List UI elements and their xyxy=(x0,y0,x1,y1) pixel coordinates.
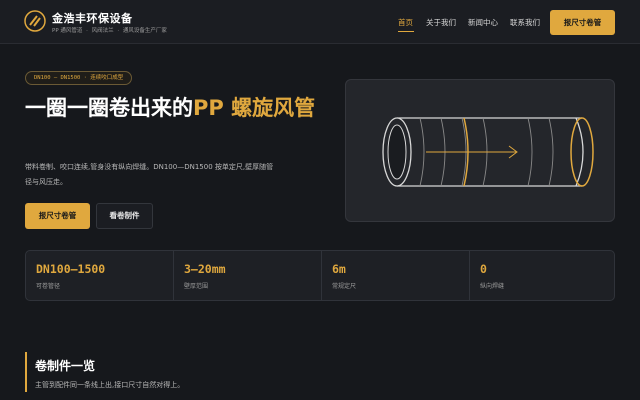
brand-tag: PP 通风管道 xyxy=(52,28,83,34)
header-quote-button[interactable]: 报尺寸卷管 xyxy=(550,10,615,35)
stat-length: 6m 常规定尺 xyxy=(322,251,469,300)
spiral-pipe-illustration-icon xyxy=(382,117,594,187)
stat-wall-thickness: 3–20mm 壁厚范围 xyxy=(174,251,321,300)
hero-spec-badge: DN100 — DN1500 · 连续咬口成型 xyxy=(25,71,133,85)
nav-item-home[interactable]: 首页 xyxy=(398,17,413,28)
hero-title-accent: PP 螺旋风管 xyxy=(193,96,316,120)
stat-weld-seams: 0 纵向焊缝 xyxy=(470,251,614,300)
brand-name[interactable]: 金浩丰环保设备 xyxy=(52,10,133,26)
hero-description: 带料卷制、咬口连续,管身没有纵向焊缝。DN100—DN1500 按单定尺,壁厚随… xyxy=(25,163,274,186)
stats-bar: DN100–1500 可卷管径 3–20mm 壁厚范围 6m 常规定尺 0 纵向… xyxy=(25,250,615,301)
stat-value: 0 xyxy=(480,262,487,276)
hero-view-parts-button[interactable]: 看卷制件 xyxy=(96,203,153,229)
pipe-illustration-panel xyxy=(345,79,615,222)
stat-label: 纵向焊缝 xyxy=(480,283,505,290)
section-title: 卷制件一览 xyxy=(35,359,96,373)
stat-value: DN100–1500 xyxy=(36,262,106,276)
brand-tagline: PP 通风管道 · 风阀法兰 · 通风设备生产厂家 xyxy=(52,26,169,34)
nav-item-contact[interactable]: 联系我们 xyxy=(510,17,540,28)
brand-tag: 风阀法兰 xyxy=(91,28,114,34)
hero-title: 一圈一圈卷出来的PP 螺旋风管 xyxy=(25,94,325,122)
hero-title-main: 一圈一圈卷出来的 xyxy=(25,96,193,120)
nav-item-news[interactable]: 新闻中心 xyxy=(468,17,498,28)
brand-logo-icon[interactable] xyxy=(24,10,46,32)
section-subtitle: 主管到配件同一条线上出,接口尺寸自然对得上。 xyxy=(35,381,185,389)
nav-active-indicator xyxy=(398,31,414,32)
nav-item-about[interactable]: 关于我们 xyxy=(426,17,456,28)
brand-tag-sep: · xyxy=(117,28,120,34)
stat-label: 壁厚范围 xyxy=(184,283,209,290)
stat-value: 6m xyxy=(332,262,346,276)
brand-tag: 通风设备生产厂家 xyxy=(122,28,167,34)
stat-diameter: DN100–1500 可卷管径 xyxy=(26,251,173,300)
stat-label: 可卷管径 xyxy=(36,283,61,290)
hero-quote-button[interactable]: 报尺寸卷管 xyxy=(25,203,90,229)
site-header: 金浩丰环保设备 PP 通风管道 · 风阀法兰 · 通风设备生产厂家 首页 关于我… xyxy=(0,0,640,44)
stat-label: 常规定尺 xyxy=(332,283,357,290)
stat-value: 3–20mm xyxy=(184,262,226,276)
brand-tag-sep: · xyxy=(86,28,88,34)
section-accent-bar xyxy=(25,352,27,392)
